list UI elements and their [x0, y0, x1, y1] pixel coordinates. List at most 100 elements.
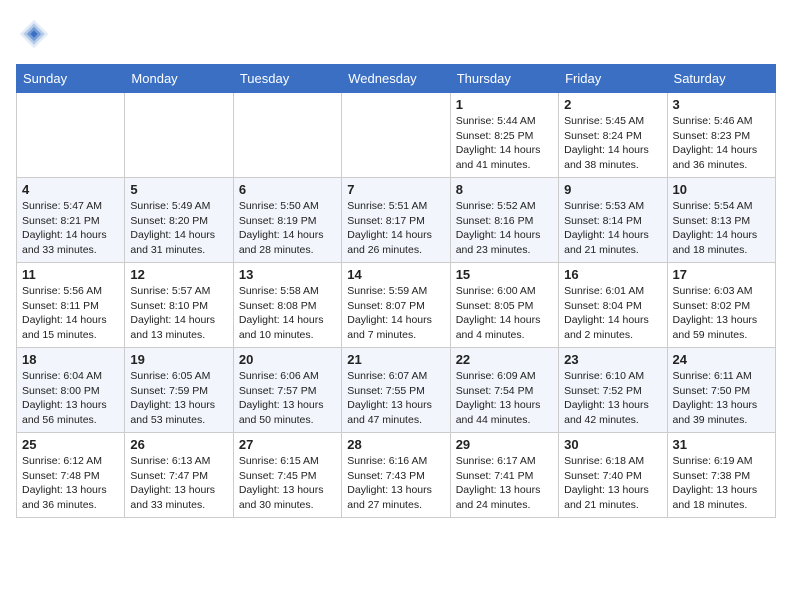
- day-number: 11: [22, 267, 119, 282]
- cell-content: Sunrise: 5:53 AM Sunset: 8:14 PM Dayligh…: [564, 199, 661, 258]
- day-number: 18: [22, 352, 119, 367]
- day-number: 5: [130, 182, 227, 197]
- calendar-cell: 23 Sunrise: 6:10 AM Sunset: 7:52 PM Dayli…: [559, 348, 667, 433]
- cell-content: Sunrise: 6:07 AM Sunset: 7:55 PM Dayligh…: [347, 369, 444, 428]
- cell-content: Sunrise: 5:59 AM Sunset: 8:07 PM Dayligh…: [347, 284, 444, 343]
- cell-content: Sunrise: 6:11 AM Sunset: 7:50 PM Dayligh…: [673, 369, 770, 428]
- day-number: 21: [347, 352, 444, 367]
- calendar-cell: 7 Sunrise: 5:51 AM Sunset: 8:17 PM Daylig…: [342, 178, 450, 263]
- cell-content: Sunrise: 5:49 AM Sunset: 8:20 PM Dayligh…: [130, 199, 227, 258]
- calendar-cell: 27 Sunrise: 6:15 AM Sunset: 7:45 PM Dayli…: [233, 433, 341, 518]
- calendar-cell: 17 Sunrise: 6:03 AM Sunset: 8:02 PM Dayli…: [667, 263, 775, 348]
- col-header-wednesday: Wednesday: [342, 65, 450, 93]
- calendar-cell: 31Sunrise: 6:19 AM Sunset: 7:38 PM Dayli…: [667, 433, 775, 518]
- cell-content: Sunrise: 6:18 AM Sunset: 7:40 PM Dayligh…: [564, 454, 661, 513]
- calendar-cell: 11Sunrise: 5:56 AM Sunset: 8:11 PM Dayli…: [17, 263, 125, 348]
- day-number: 1: [456, 97, 553, 112]
- calendar-cell: 2 Sunrise: 5:45 AM Sunset: 8:24 PM Daylig…: [559, 93, 667, 178]
- page-header: [16, 16, 776, 52]
- calendar-cell: 19 Sunrise: 6:05 AM Sunset: 7:59 PM Dayli…: [125, 348, 233, 433]
- col-header-thursday: Thursday: [450, 65, 558, 93]
- calendar-cell: 22 Sunrise: 6:09 AM Sunset: 7:54 PM Dayli…: [450, 348, 558, 433]
- cell-content: Sunrise: 6:03 AM Sunset: 8:02 PM Dayligh…: [673, 284, 770, 343]
- day-number: 13: [239, 267, 336, 282]
- day-number: 23: [564, 352, 661, 367]
- calendar-cell: 8 Sunrise: 5:52 AM Sunset: 8:16 PM Daylig…: [450, 178, 558, 263]
- day-number: 15: [456, 267, 553, 282]
- cell-content: Sunrise: 6:01 AM Sunset: 8:04 PM Dayligh…: [564, 284, 661, 343]
- col-header-sunday: Sunday: [17, 65, 125, 93]
- calendar-cell: 15 Sunrise: 6:00 AM Sunset: 8:05 PM Dayli…: [450, 263, 558, 348]
- calendar-cell: 4 Sunrise: 5:47 AM Sunset: 8:21 PM Daylig…: [17, 178, 125, 263]
- day-number: 28: [347, 437, 444, 452]
- day-number: 6: [239, 182, 336, 197]
- day-number: 19: [130, 352, 227, 367]
- cell-content: Sunrise: 5:50 AM Sunset: 8:19 PM Dayligh…: [239, 199, 336, 258]
- calendar-cell: 28Sunrise: 6:16 AM Sunset: 7:43 PM Dayli…: [342, 433, 450, 518]
- calendar-cell: 6 Sunrise: 5:50 AM Sunset: 8:19 PM Daylig…: [233, 178, 341, 263]
- cell-content: Sunrise: 6:00 AM Sunset: 8:05 PM Dayligh…: [456, 284, 553, 343]
- day-number: 3: [673, 97, 770, 112]
- day-number: 25: [22, 437, 119, 452]
- cell-content: Sunrise: 5:54 AM Sunset: 8:13 PM Dayligh…: [673, 199, 770, 258]
- calendar-cell: 16 Sunrise: 6:01 AM Sunset: 8:04 PM Dayli…: [559, 263, 667, 348]
- day-number: 2: [564, 97, 661, 112]
- calendar-cell: 14 Sunrise: 5:59 AM Sunset: 8:07 PM Dayli…: [342, 263, 450, 348]
- calendar-week-2: 4 Sunrise: 5:47 AM Sunset: 8:21 PM Daylig…: [17, 178, 776, 263]
- day-number: 7: [347, 182, 444, 197]
- day-number: 4: [22, 182, 119, 197]
- calendar-week-3: 11Sunrise: 5:56 AM Sunset: 8:11 PM Dayli…: [17, 263, 776, 348]
- calendar-cell: 3 Sunrise: 5:46 AM Sunset: 8:23 PM Daylig…: [667, 93, 775, 178]
- calendar-cell: 18 Sunrise: 6:04 AM Sunset: 8:00 PM Dayli…: [17, 348, 125, 433]
- cell-content: Sunrise: 6:15 AM Sunset: 7:45 PM Dayligh…: [239, 454, 336, 513]
- day-number: 22: [456, 352, 553, 367]
- day-number: 9: [564, 182, 661, 197]
- cell-content: Sunrise: 6:04 AM Sunset: 8:00 PM Dayligh…: [22, 369, 119, 428]
- calendar-cell: 13 Sunrise: 5:58 AM Sunset: 8:08 PM Dayli…: [233, 263, 341, 348]
- cell-content: Sunrise: 6:17 AM Sunset: 7:41 PM Dayligh…: [456, 454, 553, 513]
- cell-content: Sunrise: 6:06 AM Sunset: 7:57 PM Dayligh…: [239, 369, 336, 428]
- cell-content: Sunrise: 6:05 AM Sunset: 7:59 PM Dayligh…: [130, 369, 227, 428]
- calendar-cell: 24Sunrise: 6:11 AM Sunset: 7:50 PM Dayli…: [667, 348, 775, 433]
- day-number: 16: [564, 267, 661, 282]
- day-number: 10: [673, 182, 770, 197]
- cell-content: Sunrise: 5:45 AM Sunset: 8:24 PM Dayligh…: [564, 114, 661, 173]
- calendar-table: SundayMondayTuesdayWednesdayThursdayFrid…: [16, 64, 776, 518]
- day-number: 29: [456, 437, 553, 452]
- cell-content: Sunrise: 6:10 AM Sunset: 7:52 PM Dayligh…: [564, 369, 661, 428]
- day-number: 26: [130, 437, 227, 452]
- calendar-week-1: 1Sunrise: 5:44 AM Sunset: 8:25 PM Daylig…: [17, 93, 776, 178]
- calendar-week-5: 25 Sunrise: 6:12 AM Sunset: 7:48 PM Dayli…: [17, 433, 776, 518]
- calendar-cell: 29 Sunrise: 6:17 AM Sunset: 7:41 PM Dayli…: [450, 433, 558, 518]
- cell-content: Sunrise: 6:13 AM Sunset: 7:47 PM Dayligh…: [130, 454, 227, 513]
- calendar-cell: 5 Sunrise: 5:49 AM Sunset: 8:20 PM Daylig…: [125, 178, 233, 263]
- logo: [16, 16, 56, 52]
- calendar-cell: 21 Sunrise: 6:07 AM Sunset: 7:55 PM Dayli…: [342, 348, 450, 433]
- cell-content: Sunrise: 6:09 AM Sunset: 7:54 PM Dayligh…: [456, 369, 553, 428]
- calendar-cell: 25 Sunrise: 6:12 AM Sunset: 7:48 PM Dayli…: [17, 433, 125, 518]
- day-number: 14: [347, 267, 444, 282]
- calendar-cell: [125, 93, 233, 178]
- calendar-cell: 20 Sunrise: 6:06 AM Sunset: 7:57 PM Dayli…: [233, 348, 341, 433]
- day-number: 17: [673, 267, 770, 282]
- calendar-cell: [233, 93, 341, 178]
- col-header-friday: Friday: [559, 65, 667, 93]
- day-number: 8: [456, 182, 553, 197]
- cell-content: Sunrise: 6:12 AM Sunset: 7:48 PM Dayligh…: [22, 454, 119, 513]
- day-number: 31: [673, 437, 770, 452]
- day-number: 27: [239, 437, 336, 452]
- calendar-cell: 1Sunrise: 5:44 AM Sunset: 8:25 PM Daylig…: [450, 93, 558, 178]
- cell-content: Sunrise: 5:58 AM Sunset: 8:08 PM Dayligh…: [239, 284, 336, 343]
- calendar-cell: [17, 93, 125, 178]
- cell-content: Sunrise: 5:52 AM Sunset: 8:16 PM Dayligh…: [456, 199, 553, 258]
- col-header-tuesday: Tuesday: [233, 65, 341, 93]
- calendar-cell: 30 Sunrise: 6:18 AM Sunset: 7:40 PM Dayli…: [559, 433, 667, 518]
- cell-content: Sunrise: 5:46 AM Sunset: 8:23 PM Dayligh…: [673, 114, 770, 173]
- cell-content: Sunrise: 5:51 AM Sunset: 8:17 PM Dayligh…: [347, 199, 444, 258]
- day-number: 20: [239, 352, 336, 367]
- calendar-cell: 26 Sunrise: 6:13 AM Sunset: 7:47 PM Dayli…: [125, 433, 233, 518]
- cell-content: Sunrise: 5:47 AM Sunset: 8:21 PM Dayligh…: [22, 199, 119, 258]
- day-number: 30: [564, 437, 661, 452]
- calendar-cell: 10 Sunrise: 5:54 AM Sunset: 8:13 PM Dayli…: [667, 178, 775, 263]
- col-header-monday: Monday: [125, 65, 233, 93]
